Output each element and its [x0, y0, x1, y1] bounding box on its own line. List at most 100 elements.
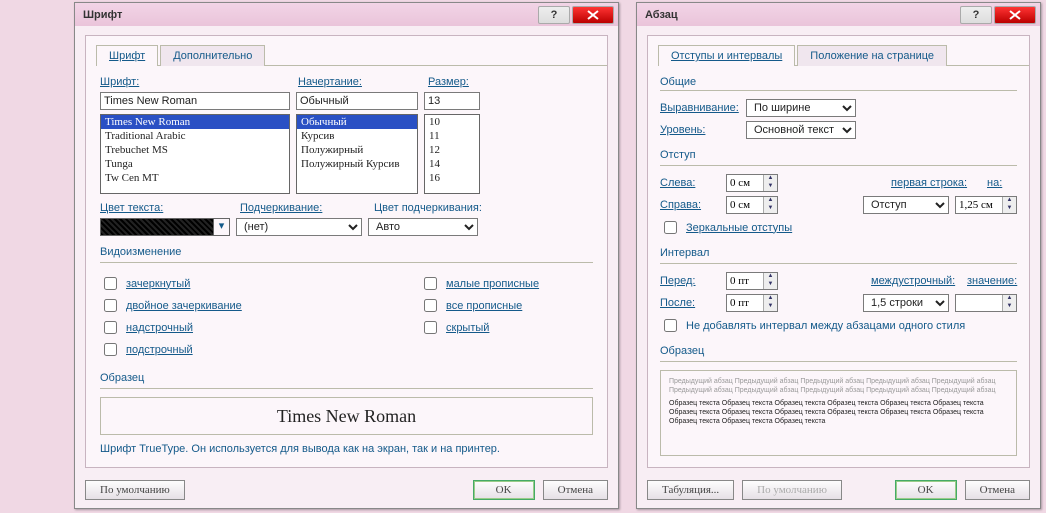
- label-left: Слева:: [660, 177, 720, 189]
- chk-allcaps[interactable]: все прописные: [420, 296, 539, 315]
- firstline-select[interactable]: Отступ: [863, 196, 949, 214]
- chk-superscript[interactable]: надстрочный: [100, 318, 420, 337]
- para-close-button[interactable]: [994, 6, 1036, 24]
- level-select[interactable]: Основной текст: [746, 121, 856, 139]
- para-inner: Отступы и интервалы Положение на страниц…: [647, 35, 1030, 468]
- font-title: Шрифт: [83, 9, 536, 21]
- tab-advanced[interactable]: Дополнительно: [160, 45, 265, 66]
- size-input[interactable]: [424, 92, 480, 110]
- chk-mirror-input[interactable]: [664, 221, 677, 234]
- label-by: на:: [987, 177, 1017, 189]
- label-level: Уровень:: [660, 124, 740, 136]
- font-list-item[interactable]: Trebuchet MS: [101, 143, 289, 157]
- size-list-item[interactable]: 10: [425, 115, 479, 129]
- size-list-item[interactable]: 16: [425, 171, 479, 185]
- chk-hidden[interactable]: скрытый: [420, 318, 539, 337]
- label-underline: Подчеркивание:: [240, 202, 368, 214]
- font-listbox[interactable]: Times New Roman Traditional Arabic Trebu…: [100, 114, 290, 194]
- spinner-buttons[interactable]: ▲▼: [763, 175, 777, 191]
- chk-subscript[interactable]: подстрочный: [100, 340, 420, 359]
- style-listbox[interactable]: Обычный Курсив Полужирный Полужирный Кур…: [296, 114, 418, 194]
- alignment-select[interactable]: По ширине: [746, 99, 856, 117]
- help-button[interactable]: ?: [538, 6, 570, 24]
- label-font: Шрифт:: [100, 76, 292, 88]
- font-list-item[interactable]: Times New Roman: [101, 115, 289, 129]
- group-general: Общие: [660, 76, 1017, 88]
- style-list-item[interactable]: Полужирный: [297, 143, 417, 157]
- para-sample-dark: Образец текста Образец текста Образец те…: [669, 399, 1008, 426]
- size-list-item[interactable]: 11: [425, 129, 479, 143]
- para-help-button[interactable]: ?: [960, 6, 992, 24]
- spinner-buttons[interactable]: ▲▼: [763, 273, 777, 289]
- chk-subscript-input[interactable]: [104, 343, 117, 356]
- style-list-item[interactable]: Обычный: [297, 115, 417, 129]
- text-color-dropdown[interactable]: ▾: [214, 218, 230, 236]
- chk-smallcaps[interactable]: малые прописные: [420, 274, 539, 293]
- style-input[interactable]: [296, 92, 418, 110]
- tab-font[interactable]: Шрифт: [96, 45, 158, 66]
- linespacing-select[interactable]: 1,5 строки: [863, 294, 949, 312]
- chk-smallcaps-input[interactable]: [424, 277, 437, 290]
- spinner-buttons[interactable]: ▲▼: [763, 197, 777, 213]
- para-tabs: Отступы и интервалы Положение на страниц…: [658, 44, 1029, 66]
- chk-dblstrike[interactable]: двойное зачеркивание: [100, 296, 420, 315]
- font-titlebar: Шрифт ?: [75, 3, 618, 26]
- chk-no-space-same-input[interactable]: [664, 319, 677, 332]
- label-firstline: первая строка:: [891, 177, 981, 189]
- label-style: Начертание:: [298, 76, 422, 88]
- font-dialog: Шрифт ? Шрифт Дополнительно Шрифт: Начер…: [74, 2, 619, 509]
- chk-no-space-same[interactable]: Не добавлять интервал между абзацами одн…: [660, 316, 1017, 335]
- size-listbox[interactable]: 10 11 12 14 16: [424, 114, 480, 194]
- font-list-item[interactable]: Tw Cen MT: [101, 171, 289, 185]
- size-list-item[interactable]: 12: [425, 143, 479, 157]
- underline-color-select[interactable]: Авто: [368, 218, 478, 236]
- font-list-item[interactable]: Tunga: [101, 157, 289, 171]
- spinner-buttons[interactable]: ▲▼: [763, 295, 777, 311]
- label-linespacing: междустрочный:: [871, 275, 961, 287]
- font-sample: Times New Roman: [100, 397, 593, 435]
- para-default-button[interactable]: По умолчанию: [742, 480, 842, 500]
- para-tabs-button[interactable]: Табуляция...: [647, 480, 734, 500]
- font-hint: Шрифт TrueType. Он используется для выво…: [100, 443, 593, 455]
- chk-allcaps-input[interactable]: [424, 299, 437, 312]
- para-sample: Предыдущий абзац Предыдущий абзац Предыд…: [660, 370, 1017, 456]
- size-list-item[interactable]: 14: [425, 157, 479, 171]
- spinner-buttons[interactable]: ▲▼: [1002, 197, 1016, 213]
- text-color-swatch[interactable]: [100, 218, 214, 236]
- chk-dblstrike-input[interactable]: [104, 299, 117, 312]
- para-title: Абзац: [645, 9, 958, 21]
- group-indent: Отступ: [660, 149, 1017, 161]
- after-spinner[interactable]: ▲▼: [726, 294, 778, 312]
- before-spinner[interactable]: ▲▼: [726, 272, 778, 290]
- font-buttonbar: По умолчанию OK Отмена: [85, 480, 608, 500]
- at-spinner[interactable]: ▲▼: [955, 294, 1017, 312]
- font-list-item[interactable]: Traditional Arabic: [101, 129, 289, 143]
- spinner-buttons[interactable]: ▲▼: [1002, 295, 1016, 311]
- para-cancel-button[interactable]: Отмена: [965, 480, 1030, 500]
- font-default-button[interactable]: По умолчанию: [85, 480, 185, 500]
- chk-hidden-input[interactable]: [424, 321, 437, 334]
- para-ok-button[interactable]: OK: [895, 480, 957, 500]
- label-underline-color: Цвет подчеркивания:: [374, 202, 482, 214]
- label-right: Справа:: [660, 199, 720, 211]
- para-sample-gray: Предыдущий абзац Предыдущий абзац Предыд…: [669, 377, 1008, 395]
- tab-indent[interactable]: Отступы и интервалы: [658, 45, 795, 66]
- para-buttonbar: Табуляция... По умолчанию OK Отмена: [647, 480, 1030, 500]
- right-spinner[interactable]: ▲▼: [726, 196, 778, 214]
- style-list-item[interactable]: Полужирный Курсив: [297, 157, 417, 171]
- chk-superscript-input[interactable]: [104, 321, 117, 334]
- by-spinner[interactable]: ▲▼: [955, 196, 1017, 214]
- font-input[interactable]: [100, 92, 290, 110]
- close-button[interactable]: [572, 6, 614, 24]
- underline-select[interactable]: (нет): [236, 218, 362, 236]
- chk-strike-input[interactable]: [104, 277, 117, 290]
- font-cancel-button[interactable]: Отмена: [543, 480, 608, 500]
- font-inner: Шрифт Дополнительно Шрифт: Начертание: Р…: [85, 35, 608, 468]
- chk-mirror[interactable]: Зеркальные отступы: [660, 218, 1017, 237]
- style-list-item[interactable]: Курсив: [297, 129, 417, 143]
- left-spinner[interactable]: ▲▼: [726, 174, 778, 192]
- font-ok-button[interactable]: OK: [473, 480, 535, 500]
- chk-strike[interactable]: зачеркнутый: [100, 274, 420, 293]
- tab-position[interactable]: Положение на странице: [797, 45, 947, 66]
- para-sample-label: Образец: [660, 345, 1017, 357]
